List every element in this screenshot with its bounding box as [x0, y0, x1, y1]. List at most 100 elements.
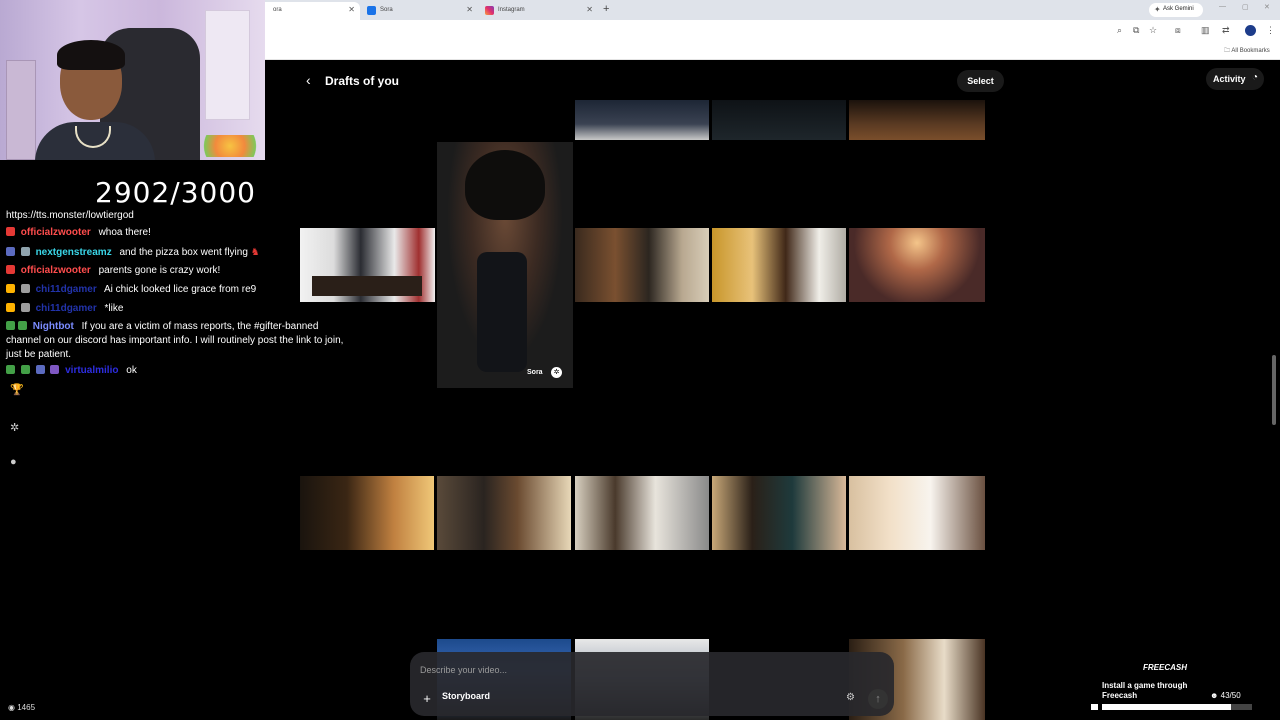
avatar-icon: ●	[10, 456, 17, 468]
close-tab-icon[interactable]: ✕	[586, 5, 593, 14]
verified-badge-icon	[6, 365, 15, 374]
page-title: Drafts of you	[325, 74, 400, 88]
chat-message: officialzwooter whoa there!	[6, 227, 151, 238]
webcam-streamer	[35, 40, 155, 160]
chat-message: chi11dgamer *like	[6, 303, 123, 314]
chat-message: https://tts.monster/lowtiergod	[6, 210, 134, 221]
thumbnail-microphone-shape	[477, 252, 527, 372]
chat-text: and the pizza box went flying	[119, 247, 248, 258]
emote-icon: ♞	[250, 247, 260, 258]
gem-badge-icon	[20, 247, 30, 256]
chat-username: virtualmilio	[65, 365, 119, 376]
tab-sora[interactable]: Sora ✕	[362, 2, 478, 20]
zoom-icon[interactable]: ⌕	[1117, 25, 1122, 36]
draft-thumbnail[interactable]	[300, 476, 434, 550]
draft-thumbnail[interactable]	[575, 476, 709, 550]
chat-message: Nightbot If you are a victim of mass rep…	[6, 320, 351, 362]
draft-thumbnail[interactable]	[849, 228, 985, 302]
thumbnail-desk-shape	[312, 276, 422, 296]
close-tab-icon[interactable]: ✕	[348, 5, 355, 14]
maximize-icon[interactable]: ▢	[1242, 3, 1249, 11]
minimize-icon[interactable]: —	[1219, 3, 1226, 10]
activity-button[interactable]: Activity ◔	[1206, 68, 1264, 90]
tab-sora-active[interactable]: ora ✕	[255, 2, 360, 20]
subscriber-badge-icon	[20, 284, 30, 293]
draft-thumbnail[interactable]	[849, 476, 985, 550]
new-tab-button[interactable]: +	[603, 3, 609, 15]
describe-video-input[interactable]	[420, 662, 880, 678]
freecash-goal-count: ☻ 43/50	[1210, 691, 1241, 700]
subscriber-badge-icon	[35, 365, 45, 374]
webcam-rug	[195, 135, 265, 157]
chat-text: https://tts.monster/lowtiergod	[6, 210, 134, 221]
chat-text: *like	[104, 303, 124, 314]
viewers-eye-icon: ◉	[8, 703, 15, 712]
freecash-progress-start	[1091, 704, 1098, 710]
draft-thumbnail-tall[interactable]: Sora ✲	[437, 142, 573, 388]
close-window-icon[interactable]: ✕	[1264, 3, 1270, 11]
thumbnail-hair-shape	[465, 150, 545, 220]
sora-watermark: Sora	[527, 369, 543, 376]
send-arrow-icon[interactable]: ↑	[868, 689, 888, 709]
chat-text: parents gone is crazy work!	[98, 265, 221, 276]
install-app-icon[interactable]: ⧉	[1133, 25, 1139, 36]
webcam-door	[205, 10, 250, 120]
vip-badge-icon	[50, 365, 60, 374]
activity-bell-icon: ◔	[1251, 72, 1258, 83]
chat-message: virtualmilio ok	[6, 365, 137, 376]
tab-label: Sora	[380, 7, 393, 13]
close-tab-icon[interactable]: ✕	[466, 5, 473, 14]
sora-favicon-icon	[367, 6, 376, 15]
menu-kebab-icon[interactable]: ⋮	[1266, 25, 1275, 36]
chat-message: officialzwooter parents gone is crazy wo…	[6, 265, 220, 276]
tab-label: ora	[273, 7, 282, 13]
gifter-badge-icon	[6, 303, 15, 312]
tab-label: Instagram	[498, 7, 525, 13]
all-bookmarks-link[interactable]: 🗀 All Bookmarks	[1224, 46, 1270, 56]
draft-thumbnail[interactable]	[300, 228, 435, 302]
streamer-hair	[57, 40, 125, 70]
bot-badge-icon	[18, 321, 27, 330]
ask-gemini-label: Ask Gemini	[1163, 6, 1194, 12]
select-button[interactable]: Select	[957, 70, 1004, 92]
settings-sliders-icon[interactable]: ⚙	[846, 692, 855, 703]
ask-gemini-button[interactable]: ✦ Ask Gemini	[1149, 3, 1203, 17]
add-media-button[interactable]: +	[418, 690, 436, 708]
draft-thumbnail[interactable]	[437, 476, 571, 550]
bookmark-star-icon[interactable]: ☆	[1149, 25, 1157, 36]
subscriber-badge-icon	[20, 303, 30, 312]
draft-thumbnail[interactable]	[575, 228, 709, 302]
trophy-icon: 🏆	[10, 384, 24, 396]
prompt-composer: + Storyboard ⚙ ↑	[410, 652, 894, 716]
chat-message: nextgenstreamz and the pizza box went fl…	[6, 247, 260, 258]
freecash-progress-fill	[1102, 704, 1231, 710]
viewer-count: ◉ 1465	[8, 703, 35, 712]
draft-thumbnail[interactable]	[849, 100, 985, 140]
freecash-progress-bar	[1102, 704, 1252, 710]
extensions-icon[interactable]: ⧈	[1175, 25, 1181, 36]
activity-label: Activity	[1213, 74, 1246, 84]
draft-thumbnail[interactable]	[712, 228, 846, 302]
webcam-shelf	[6, 60, 36, 160]
page-scrollbar[interactable]	[1272, 355, 1276, 425]
back-chevron-icon[interactable]: ‹	[306, 72, 311, 88]
webcam-overlay	[0, 0, 265, 160]
freecash-count-value: 43/50	[1220, 691, 1241, 700]
chat-username: officialzwooter	[20, 227, 91, 238]
moderator-badge-icon	[6, 227, 15, 236]
subscriber-badge-icon	[6, 247, 15, 256]
chat-username: officialzwooter	[20, 265, 91, 276]
translate-icon[interactable]: ⇄	[1222, 25, 1230, 36]
sidebar-icon[interactable]: ▥	[1201, 25, 1210, 36]
folder-icon: 🗀	[1224, 48, 1231, 54]
chat-username: Nightbot	[32, 321, 74, 332]
draft-thumbnail[interactable]	[575, 100, 709, 140]
profile-avatar[interactable]	[1245, 25, 1256, 36]
gifter-badge-icon	[6, 284, 15, 293]
tab-instagram[interactable]: Instagram ✕	[480, 2, 598, 20]
storyboard-button[interactable]: Storyboard	[442, 691, 490, 701]
draft-thumbnail[interactable]	[712, 100, 846, 140]
chat-username: nextgenstreamz	[35, 247, 112, 258]
draft-thumbnail[interactable]	[712, 476, 846, 550]
moderator-badge-icon	[6, 265, 15, 274]
